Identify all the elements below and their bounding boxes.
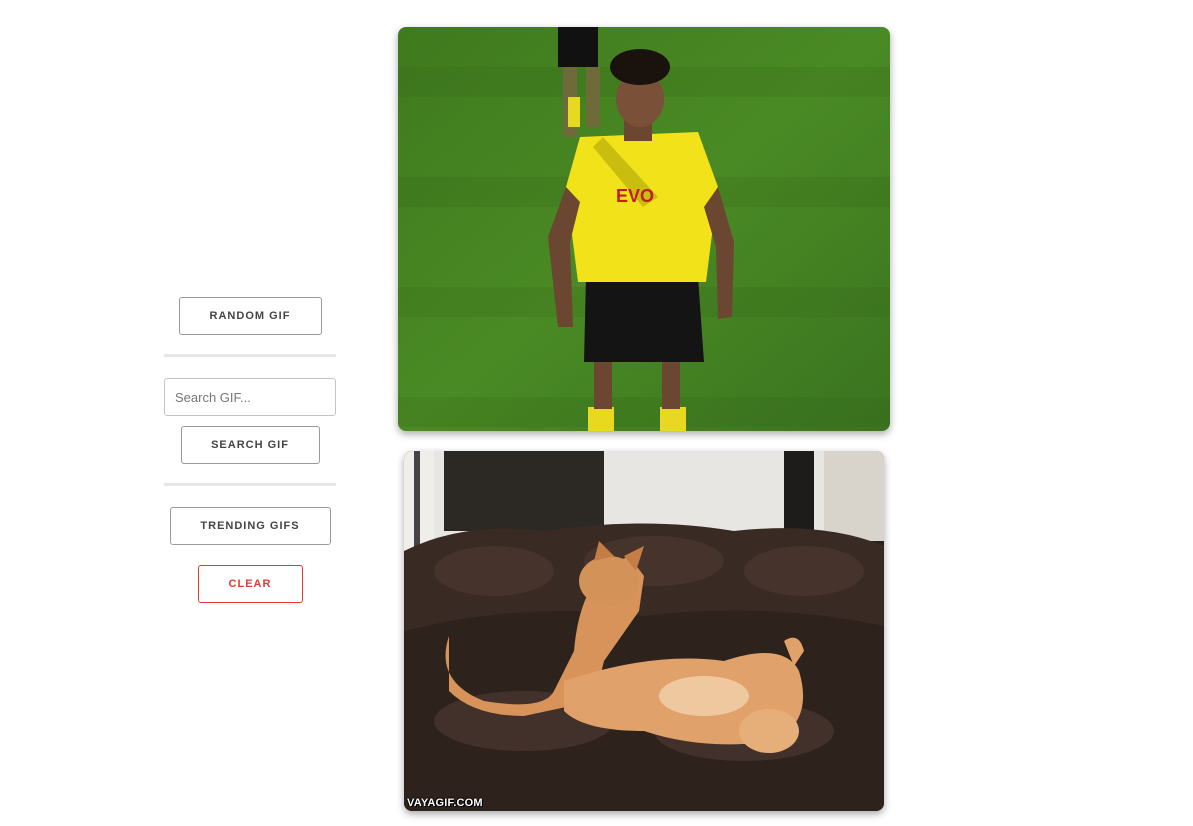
watermark-text: VAYAGIF.COM xyxy=(407,797,483,809)
cats-playing-image xyxy=(404,451,884,811)
random-gif-button[interactable]: RANDOM GIF xyxy=(178,297,322,335)
cats-playing-gif[interactable]: VAYAGIF.COM xyxy=(404,451,884,811)
trending-gifs-button[interactable]: TRENDING GIFS xyxy=(169,507,331,545)
search-input[interactable] xyxy=(164,378,336,416)
divider xyxy=(164,483,336,486)
soccer-player-gif[interactable]: EVO xyxy=(398,27,890,431)
clear-button[interactable]: CLEAR xyxy=(197,565,303,603)
search-gif-button[interactable]: SEARCH GIF xyxy=(180,426,320,464)
svg-text:EVO: EVO xyxy=(616,186,654,206)
divider xyxy=(164,354,336,357)
soccer-player-image: EVO xyxy=(398,27,890,431)
sidebar-controls: RANDOM GIF SEARCH GIF TRENDING GIFS CLEA… xyxy=(164,297,336,603)
